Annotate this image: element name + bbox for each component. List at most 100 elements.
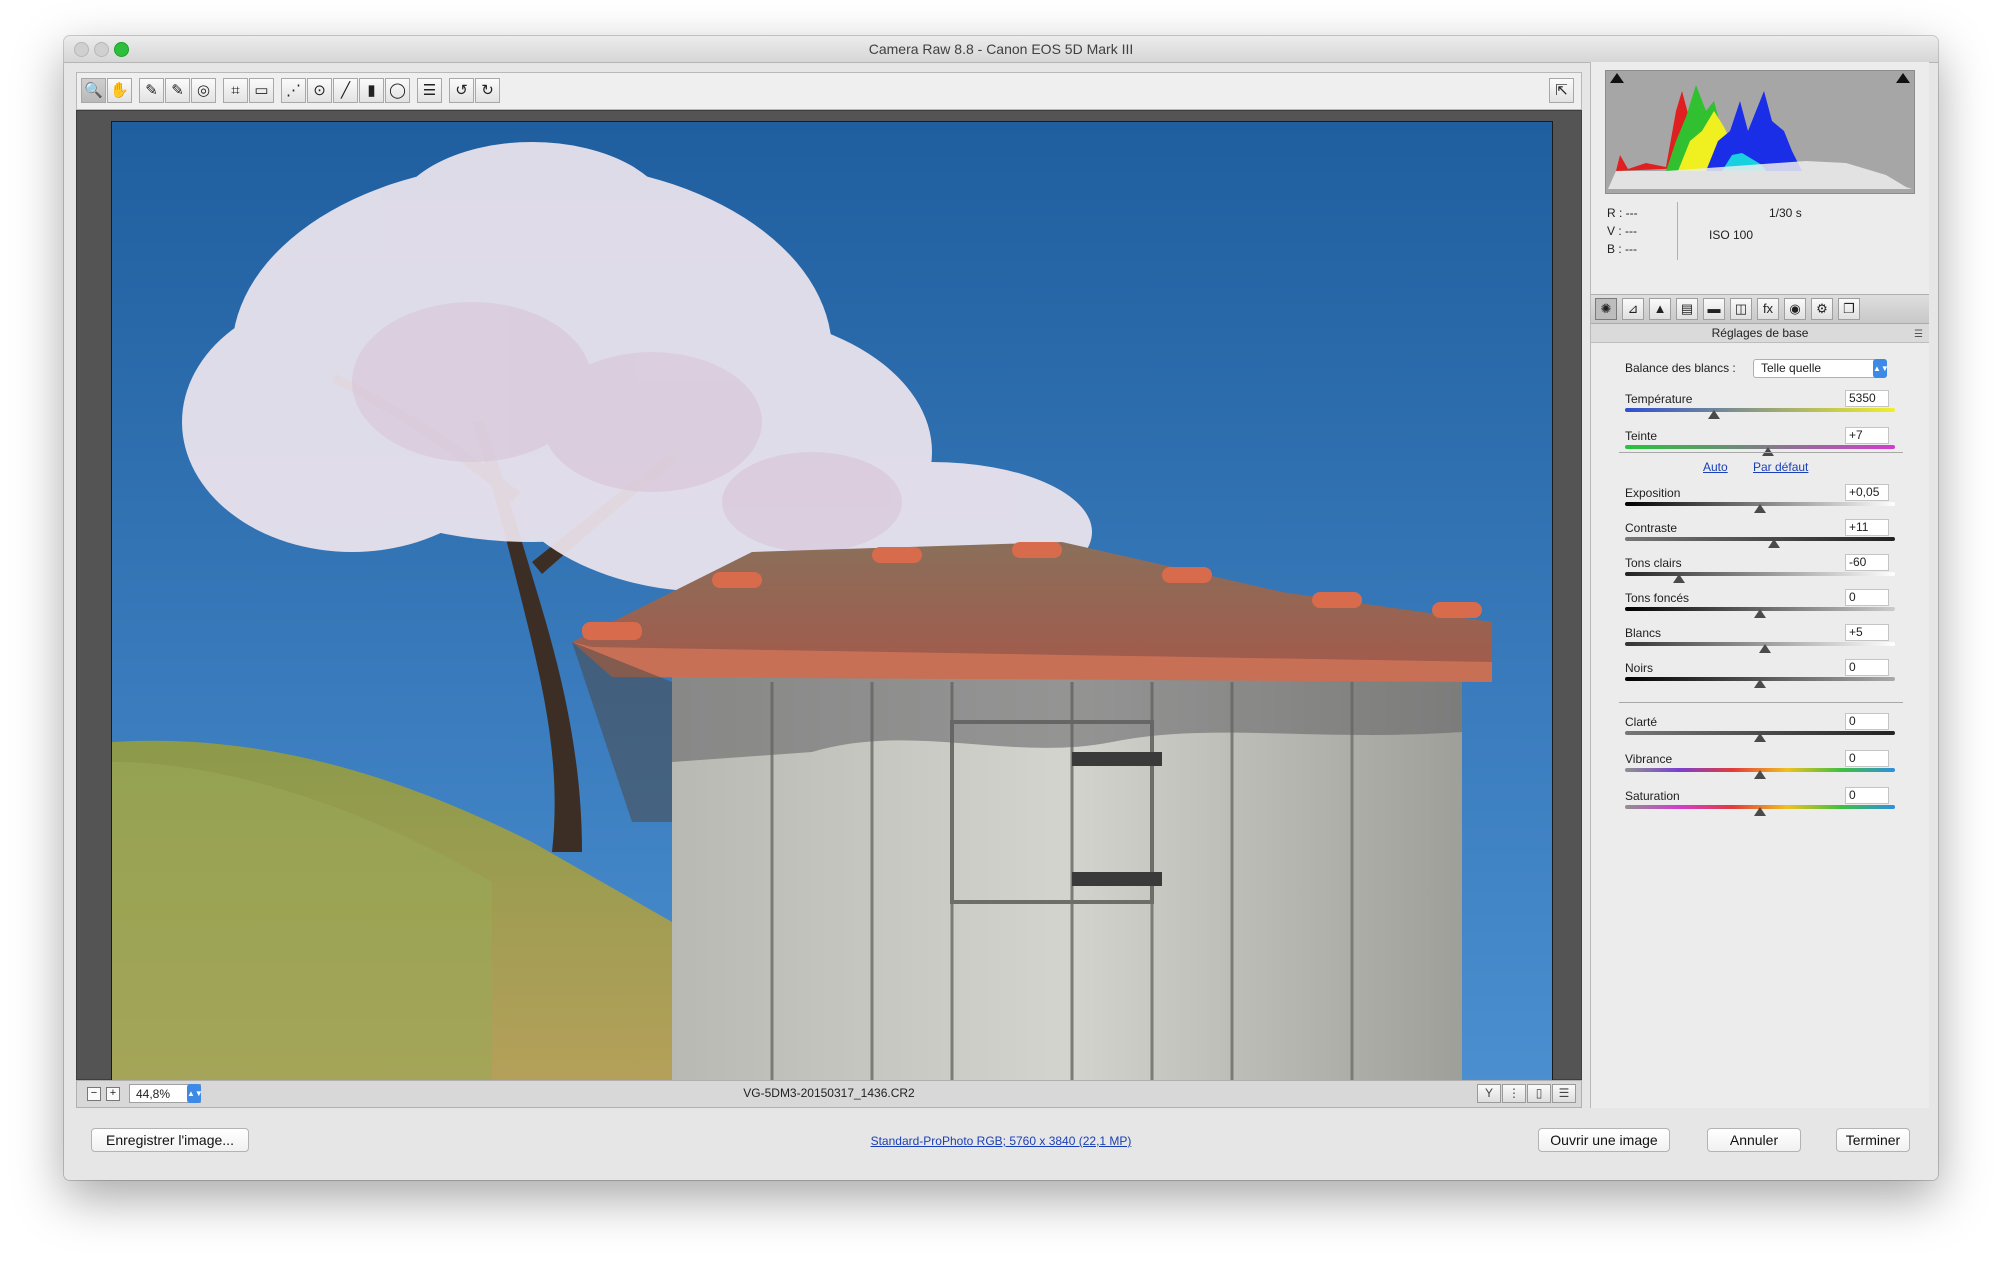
tab-basic-icon[interactable]: ✺ <box>1595 298 1617 320</box>
iso-value: ISO 100 <box>1709 228 1754 242</box>
tab-snapshots-icon[interactable]: ❐ <box>1838 298 1860 320</box>
histogram <box>1605 70 1915 194</box>
slider-label-blancs: Blancs <box>1625 626 1662 640</box>
chevron-down-icon: ▲▼ <box>1873 359 1889 378</box>
photo-image <box>112 122 1552 1082</box>
auto-link[interactable]: Auto <box>1703 460 1728 474</box>
slider-thumb-contraste[interactable] <box>1767 539 1780 548</box>
close-window-button[interactable] <box>74 42 89 57</box>
slider-label-noirs: Noirs <box>1625 661 1654 675</box>
readout-divider <box>1677 202 1678 260</box>
slider-thumb-vibrance[interactable] <box>1754 770 1766 779</box>
tab-lens-corrections-icon[interactable]: ◫ <box>1730 298 1752 320</box>
swap-settings-icon[interactable]: ⋮ <box>1502 1084 1526 1103</box>
color-sampler-tool-icon[interactable]: ✎ <box>165 78 190 103</box>
slider-track-contraste[interactable] <box>1625 537 1895 541</box>
radial-filter-icon[interactable]: ◯ <box>385 78 410 103</box>
copy-settings-icon[interactable]: ▯ <box>1527 1084 1551 1103</box>
slider-label-saturation: Saturation <box>1625 789 1680 803</box>
slider-thumb-tons-clairs[interactable] <box>1673 574 1685 583</box>
readout-b: B : --- <box>1607 242 1637 256</box>
tab-hsl-icon[interactable]: ▤ <box>1676 298 1698 320</box>
slider-value-tons-fonces[interactable]: 0 <box>1845 589 1889 606</box>
slider-label-clarte: Clarté <box>1625 715 1658 729</box>
done-button[interactable]: Terminer <box>1836 1128 1910 1152</box>
tab-split-toning-icon[interactable]: ▬ <box>1703 298 1725 320</box>
slider-track-tons-clairs[interactable] <box>1625 572 1895 576</box>
slider-thumb-tons-fonces[interactable] <box>1754 609 1766 618</box>
slider-thumb-noirs[interactable] <box>1754 679 1766 688</box>
tab-effects-icon[interactable]: fx <box>1757 298 1779 320</box>
slider-value-tons-clairs[interactable]: -60 <box>1845 554 1889 571</box>
slider-value-clarte[interactable]: 0 <box>1845 713 1889 730</box>
shadow-clipping-warning-icon[interactable] <box>1610 73 1624 83</box>
slider-value-saturation[interactable]: 0 <box>1845 787 1889 804</box>
slider-value-contraste[interactable]: +11 <box>1845 519 1889 536</box>
tab-tone-curve-icon[interactable]: ⊿ <box>1622 298 1644 320</box>
white-balance-select[interactable]: Telle quelle ▲▼ <box>1753 359 1889 378</box>
slider-value-exposition[interactable]: +0,05 <box>1845 484 1889 501</box>
slider-label-exposition: Exposition <box>1625 486 1681 500</box>
shutter-speed: 1/30 s <box>1769 206 1802 220</box>
image-preview-area[interactable] <box>76 110 1582 1083</box>
slider-value-noirs[interactable]: 0 <box>1845 659 1889 676</box>
white-balance-tool-icon[interactable]: ✎ <box>139 78 164 103</box>
highlight-clipping-warning-icon[interactable] <box>1896 73 1910 83</box>
crop-tool-icon[interactable]: ⌗ <box>223 78 248 103</box>
red-eye-tool-icon[interactable]: ⊙ <box>307 78 332 103</box>
divider <box>1619 702 1903 703</box>
slider-track-teinte[interactable] <box>1625 445 1895 449</box>
spot-removal-tool-icon[interactable]: ⋰ <box>281 78 306 103</box>
slider-value-vibrance[interactable]: 0 <box>1845 750 1889 767</box>
slider-thumb-blancs[interactable] <box>1759 644 1772 653</box>
slider-thumb-exposition[interactable] <box>1754 504 1766 513</box>
bottom-bar: Enregistrer l'image... Standard-ProPhoto… <box>64 1114 1938 1180</box>
slider-track-temperature[interactable] <box>1625 408 1895 412</box>
divider <box>1619 452 1903 453</box>
photo-preview[interactable] <box>111 121 1553 1083</box>
slider-label-tons-clairs: Tons clairs <box>1625 556 1682 570</box>
panel-menu-icon[interactable]: ☰ <box>1914 326 1923 344</box>
readout-r: R : --- <box>1607 206 1638 220</box>
window-title: Camera Raw 8.8 - Canon EOS 5D Mark III <box>868 41 1134 57</box>
titlebar: Camera Raw 8.8 - Canon EOS 5D Mark III <box>64 36 1938 63</box>
rotate-left-icon[interactable]: ↺ <box>449 78 474 103</box>
slider-value-teinte[interactable]: +7 <box>1845 427 1889 444</box>
open-image-button[interactable]: Ouvrir une image <box>1538 1128 1670 1152</box>
cancel-button[interactable]: Annuler <box>1707 1128 1801 1152</box>
tab-presets-icon[interactable]: ⚙ <box>1811 298 1833 320</box>
tab-detail-icon[interactable]: ▲ <box>1649 298 1671 320</box>
graduated-filter-icon[interactable]: ▮ <box>359 78 384 103</box>
minimize-window-button[interactable] <box>94 42 109 57</box>
slider-thumb-saturation[interactable] <box>1754 807 1766 816</box>
tab-camera-calibration-icon[interactable]: ◉ <box>1784 298 1806 320</box>
fullscreen-toggle-icon[interactable]: ⇱ <box>1549 78 1574 103</box>
zoom-tool-icon[interactable]: 🔍 <box>81 78 106 103</box>
slider-value-temperature[interactable]: 5350 <box>1845 390 1889 407</box>
adjustment-brush-icon[interactable]: ╱ <box>333 78 358 103</box>
slider-label-contraste: Contraste <box>1625 521 1678 535</box>
slider-value-blancs[interactable]: +5 <box>1845 624 1889 641</box>
hand-tool-icon[interactable]: ✋ <box>107 78 132 103</box>
before-after-view-icon[interactable]: Y <box>1477 1084 1501 1103</box>
histogram-graph <box>1608 85 1912 189</box>
rotate-right-icon[interactable]: ↻ <box>475 78 500 103</box>
preferences-icon[interactable]: ☰ <box>417 78 442 103</box>
slider-label-tons-fonces: Tons foncés <box>1625 591 1690 605</box>
slider-thumb-clarte[interactable] <box>1754 733 1766 742</box>
section-title-label: Réglages de base <box>1711 326 1809 340</box>
straighten-tool-icon[interactable]: ▭ <box>249 78 274 103</box>
readout-v: V : --- <box>1607 224 1637 238</box>
slider-thumb-temperature[interactable] <box>1708 410 1721 419</box>
slider-label-vibrance: Vibrance <box>1625 752 1673 766</box>
rgb-readout: R : --- V : --- B : --- <box>1607 206 1638 260</box>
targeted-adjustment-tool-icon[interactable]: ◎ <box>191 78 216 103</box>
image-filename: VG-5DM3-20150317_1436.CR2 <box>743 1086 915 1100</box>
adjustments-panel: R : --- V : --- B : --- 1/30 s ISO 100 ✺… <box>1590 62 1929 1108</box>
toolbar: 🔍 ✋ ✎ ✎ ◎ ⌗ ▭ ⋰ ⊙ ╱ ▮ ◯ ☰ ↺ ↻ ⇱ <box>76 72 1582 110</box>
default-link[interactable]: Par défaut <box>1753 460 1808 474</box>
toggle-settings-icon[interactable]: ☰ <box>1552 1084 1576 1103</box>
section-title: Réglages de base ☰ <box>1591 324 1929 343</box>
zoom-window-button[interactable] <box>114 42 129 57</box>
camera-raw-window: Camera Raw 8.8 - Canon EOS 5D Mark III 🔍… <box>64 36 1938 1180</box>
